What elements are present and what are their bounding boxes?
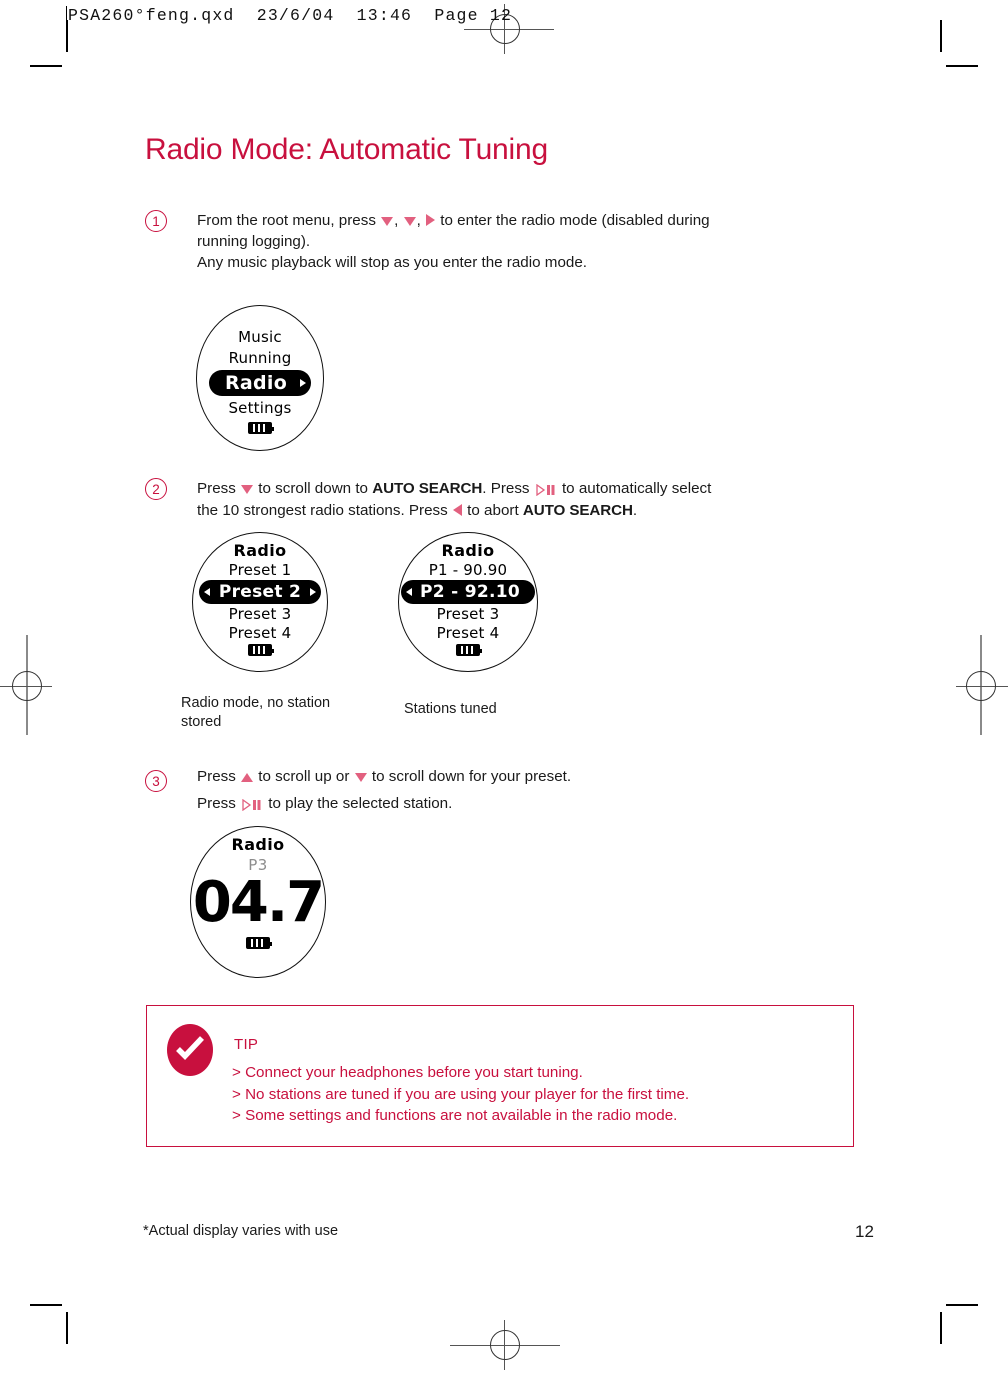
step-2-line2-c: . (632, 502, 638, 519)
step-1-line2: running logging). (197, 233, 311, 250)
tip-check-badge (167, 1024, 213, 1076)
caption-presets-empty: Radio mode, no station stored (181, 694, 381, 732)
step-2-text-a: Press (197, 480, 241, 497)
imposition-slug: PSA260°feng.qxd 23/6/04 13:46 Page 12 (68, 6, 513, 25)
screen-title-radio: Radio (441, 541, 495, 560)
arrow-down-icon (403, 217, 416, 226)
step-3-line2-a: Press (197, 795, 241, 812)
caption-left-line1: Radio mode, no station (181, 695, 331, 711)
play-pause-icon (536, 479, 556, 500)
registration-mark-right (966, 671, 996, 701)
check-icon (176, 1036, 204, 1060)
step-3-text-c: to scroll down for your preset. (367, 768, 572, 785)
arrow-right-icon (426, 214, 436, 226)
step-3-number: 3 (145, 770, 167, 792)
crop-mark-top-right-h (946, 65, 978, 67)
tip-lines: > Connect your headphones before you sta… (232, 1062, 689, 1127)
tip-line-3: > Some settings and functions are not av… (232, 1107, 678, 1124)
tip-line-1: > Connect your headphones before you sta… (232, 1064, 583, 1081)
tip-line-2: > No stations are tuned if you are using… (232, 1085, 690, 1103)
step-2-line2-b: to abort (462, 502, 523, 519)
tuned-item-2-label: P2 - 92.10 (420, 582, 520, 602)
menu-item-radio-label: Radio (224, 372, 288, 394)
crop-mark-bottom-left-v (66, 1312, 68, 1344)
page-title: Radio Mode: Automatic Tuning (145, 133, 548, 166)
menu-item-radio-selected: Radio (208, 370, 312, 396)
arrow-up-icon (241, 773, 254, 782)
step-3-text: Press to scroll up or to scroll down for… (197, 763, 837, 818)
arrow-down-icon (241, 485, 254, 494)
arrow-down-icon (354, 773, 367, 782)
battery-icon (246, 937, 272, 950)
caption-presets-tuned: Stations tuned (404, 701, 497, 717)
tuned-item-4: Preset 4 (436, 624, 500, 642)
step-1-text: From the root menu, press , , to enter t… (197, 210, 837, 273)
tuned-item-2-selected: P2 - 92.10 (401, 580, 535, 604)
crop-mark-top-right-v (940, 20, 942, 52)
arrow-left-icon (452, 504, 462, 516)
step-2-keyword-auto-search: AUTO SEARCH (372, 480, 483, 497)
battery-icon (248, 644, 274, 656)
step-1-number: 1 (145, 210, 167, 232)
crop-mark-bottom-right-v (940, 1312, 942, 1344)
step-3-text-b: to scroll up or (254, 768, 354, 785)
battery-icon (248, 422, 274, 434)
menu-item-music: Music (238, 328, 282, 346)
chevron-left-icon (406, 588, 413, 596)
step-3-line2-b: to play the selected station. (264, 795, 453, 812)
tip-box: TIP > Connect your headphones before you… (146, 1005, 854, 1147)
step-3-text-a: Press (197, 768, 241, 785)
device-screen-root-menu: Music Running Radio Settings (196, 305, 324, 451)
tip-label: TIP (234, 1036, 259, 1053)
now-playing-frequency: 104.73 (191, 870, 325, 935)
step-2-text-b: to scroll down to (254, 480, 373, 497)
chevron-right-icon (300, 379, 307, 387)
play-pause-icon (242, 791, 262, 818)
menu-item-settings: Settings (228, 399, 292, 417)
crop-mark-bottom-right-h (946, 1304, 978, 1306)
device-screen-now-playing: Radio P3 104.73 (190, 826, 326, 978)
chevron-right-icon (310, 588, 317, 596)
registration-mark-left (12, 671, 42, 701)
page-number: 12 (855, 1222, 874, 1241)
step-2-line2-a: the 10 strongest radio stations. Press (197, 502, 452, 519)
step-1-text-a: From the root menu, press (197, 212, 381, 229)
step-3: 3 Press to scroll up or to scroll down f… (145, 763, 837, 818)
device-screen-presets-empty: Radio Preset 1 Preset 2 Preset 3 Preset … (192, 532, 328, 672)
preset-item-4: Preset 4 (228, 624, 292, 642)
menu-item-running: Running (228, 349, 292, 367)
preset-item-3: Preset 3 (228, 605, 292, 623)
screen-title-radio: Radio (231, 835, 285, 854)
step-2: 2 Press to scroll down to AUTO SEARCH. P… (145, 478, 837, 521)
step-2-text-d: to automatically select (557, 480, 712, 497)
preset-item-1: Preset 1 (228, 561, 292, 579)
screen-title-radio: Radio (233, 541, 287, 560)
device-screen-presets-tuned: Radio P1 - 90.90 P2 - 92.10 Preset 3 Pre… (398, 532, 538, 672)
crop-mark-top-left-h (30, 65, 62, 67)
crop-mark-bottom-left-h (30, 1304, 62, 1306)
footnote: *Actual display varies with use (143, 1223, 339, 1239)
step-1: 1 From the root menu, press , , to enter… (145, 210, 837, 273)
tuned-item-1: P1 - 90.90 (428, 561, 508, 579)
arrow-down-icon (381, 217, 394, 226)
battery-icon (456, 644, 482, 656)
tuned-item-3: Preset 3 (436, 605, 500, 623)
step-1-line3: Any music playback will stop as you ente… (197, 254, 588, 271)
registration-mark-bottom (490, 1330, 520, 1360)
caption-left-line2: stored (181, 714, 222, 730)
chevron-left-icon (203, 588, 210, 596)
step-2-text-c: . Press (482, 480, 534, 497)
step-1-text-c: , (416, 212, 426, 229)
step-2-text: Press to scroll down to AUTO SEARCH. Pre… (197, 478, 837, 521)
step-1-text-d: to enter the radio mode (disabled during (436, 212, 710, 229)
step-2-number: 2 (145, 478, 167, 500)
step-1-text-b: , (394, 212, 403, 229)
step-2-keyword-auto-search-2: AUTO SEARCH (522, 502, 633, 519)
preset-item-2-selected: Preset 2 (198, 580, 322, 604)
preset-item-2-label: Preset 2 (218, 582, 302, 602)
